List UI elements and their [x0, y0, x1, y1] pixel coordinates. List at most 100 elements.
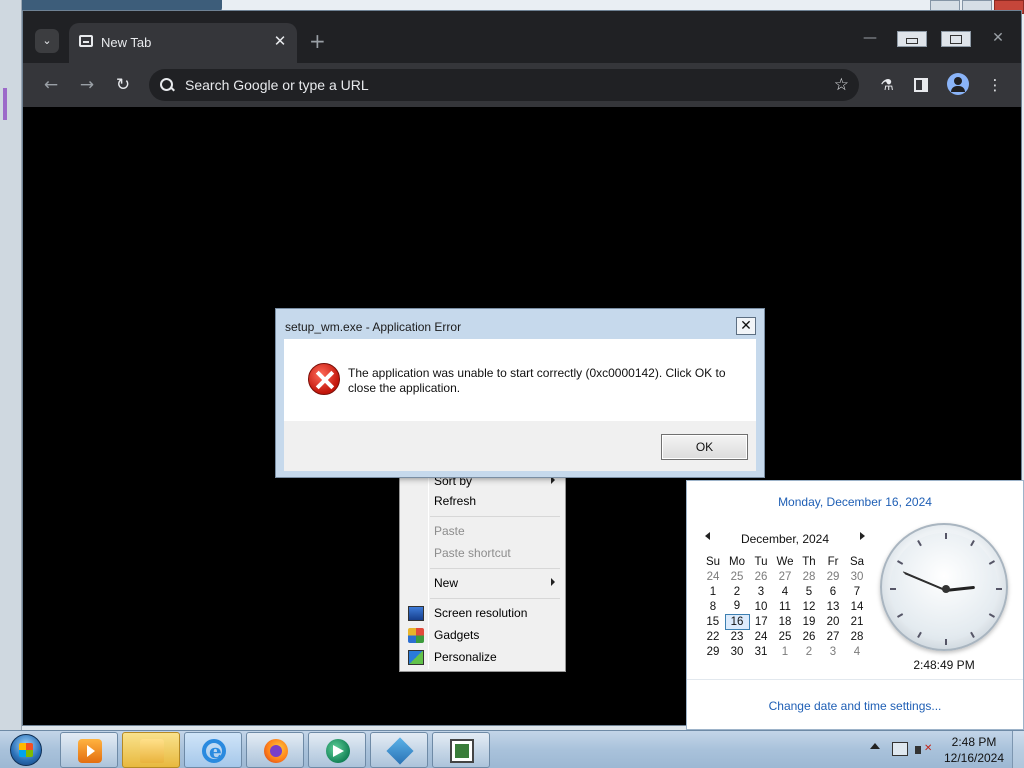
- calendar-day[interactable]: 3: [749, 584, 773, 599]
- taskbar-window[interactable]: [432, 732, 490, 768]
- calendar-day[interactable]: 28: [797, 569, 821, 584]
- context-item-paste[interactable]: Paste: [402, 521, 563, 543]
- taskbar-date: 12/16/2024: [943, 751, 1005, 765]
- back-arrow-icon[interactable]: ←: [39, 73, 63, 97]
- clock-tick: [970, 631, 975, 638]
- dialog-close-button[interactable]: ✕: [736, 317, 756, 335]
- clock-pin: [942, 585, 950, 593]
- calendar-day[interactable]: 19: [797, 614, 821, 629]
- calendar-day[interactable]: 29: [701, 644, 725, 659]
- context-separator: [430, 598, 560, 599]
- calendar-day[interactable]: 6: [821, 584, 845, 599]
- calendar-day[interactable]: 9: [725, 599, 749, 614]
- context-item-label: Gadgets: [434, 628, 480, 642]
- window-icon: [450, 739, 474, 763]
- context-item-personalize[interactable]: Personalize: [402, 647, 563, 669]
- clock-tick: [945, 533, 947, 539]
- calendar-day[interactable]: 1: [773, 644, 797, 659]
- context-item-screen-resolution[interactable]: Screen resolution: [402, 603, 563, 625]
- address-input[interactable]: [185, 69, 785, 101]
- taskbar-firefox[interactable]: [246, 732, 304, 768]
- next-month-icon[interactable]: [860, 532, 865, 540]
- new-tab-icon: [79, 35, 93, 47]
- calendar-day[interactable]: 23: [725, 629, 749, 644]
- context-item-gadgets[interactable]: Gadgets: [402, 625, 563, 647]
- calendar-day[interactable]: 8: [701, 599, 725, 614]
- context-item-paste-shortcut[interactable]: Paste shortcut: [402, 543, 563, 565]
- context-item-refresh[interactable]: Refresh: [402, 491, 563, 513]
- taskbar-app[interactable]: [308, 732, 366, 768]
- calendar-day[interactable]: 13: [821, 599, 845, 614]
- calendar-day[interactable]: 25: [725, 569, 749, 584]
- calendar-day[interactable]: 12: [797, 599, 821, 614]
- new-tab-plus-icon[interactable]: +: [309, 31, 326, 51]
- maximize-icon[interactable]: [941, 31, 971, 47]
- calendar-day[interactable]: 20: [821, 614, 845, 629]
- calendar-day[interactable]: 4: [845, 644, 869, 659]
- calendar-day[interactable]: 7: [845, 584, 869, 599]
- minimize-icon[interactable]: —: [857, 31, 883, 45]
- calendar-day[interactable]: 16: [724, 613, 750, 630]
- calendar-day[interactable]: 25: [773, 629, 797, 644]
- taskbar-setup[interactable]: [370, 732, 428, 768]
- dialog-title: setup_wm.exe - Application Error: [285, 320, 462, 334]
- calendar-day[interactable]: 27: [821, 629, 845, 644]
- calendar-day[interactable]: 4: [773, 584, 797, 599]
- tab-search-button[interactable]: ⌄: [35, 29, 59, 53]
- calendar-day[interactable]: 26: [749, 569, 773, 584]
- tab-new-tab[interactable]: New Tab ✕: [69, 23, 297, 63]
- calendar-day[interactable]: 15: [701, 614, 725, 629]
- calendar-day[interactable]: 17: [749, 614, 773, 629]
- calendar-day[interactable]: 5: [797, 584, 821, 599]
- labs-flask-icon[interactable]: ⚗: [875, 73, 899, 97]
- month-title[interactable]: December, 2024: [709, 532, 861, 546]
- calendar-day[interactable]: 3: [821, 644, 845, 659]
- clock-tick: [945, 639, 947, 645]
- calendar-day[interactable]: 24: [701, 569, 725, 584]
- tab-close-icon[interactable]: ✕: [271, 32, 289, 50]
- taskbar-file-explorer[interactable]: [122, 732, 180, 768]
- volume-muted-icon[interactable]: [915, 742, 933, 758]
- calendar-day[interactable]: 29: [821, 569, 845, 584]
- calendar-day[interactable]: 31: [749, 644, 773, 659]
- calendar-day[interactable]: 18: [773, 614, 797, 629]
- calendar-day[interactable]: 14: [845, 599, 869, 614]
- omnibox[interactable]: ☆: [149, 69, 859, 101]
- forward-arrow-icon[interactable]: →: [75, 73, 99, 97]
- calendar-day[interactable]: 28: [845, 629, 869, 644]
- weekday-header: We: [776, 555, 794, 568]
- long-date-link[interactable]: Monday, December 16, 2024: [687, 495, 1023, 509]
- start-button[interactable]: [4, 732, 48, 768]
- reload-icon[interactable]: ↻: [111, 73, 135, 97]
- calendar-day[interactable]: 27: [773, 569, 797, 584]
- bookmark-star-icon[interactable]: ☆: [834, 75, 849, 95]
- network-icon[interactable]: [892, 742, 908, 756]
- restore-icon[interactable]: [897, 31, 927, 47]
- taskbar-internet-explorer[interactable]: [184, 732, 242, 768]
- taskbar-media-player[interactable]: [60, 732, 118, 768]
- calendar-day[interactable]: 1: [701, 584, 725, 599]
- menu-kebab-icon[interactable]: ⋮: [983, 73, 1007, 97]
- show-hidden-icons-icon[interactable]: [870, 743, 880, 749]
- show-desktop-button[interactable]: [1012, 731, 1024, 768]
- context-item-new[interactable]: New: [402, 573, 563, 595]
- profile-avatar-icon[interactable]: [947, 73, 969, 95]
- close-icon[interactable]: ✕: [985, 31, 1011, 45]
- calendar-day[interactable]: 2: [797, 644, 821, 659]
- calendar-day[interactable]: 24: [749, 629, 773, 644]
- calendar-day[interactable]: 11: [773, 599, 797, 614]
- calendar-day[interactable]: 30: [845, 569, 869, 584]
- ok-button[interactable]: OK: [661, 434, 748, 460]
- calendar-day[interactable]: 21: [845, 614, 869, 629]
- calendar-day[interactable]: 2: [725, 584, 749, 599]
- context-item-label: Personalize: [434, 650, 497, 664]
- taskbar-clock[interactable]: 2:48 PM 12/16/2024: [938, 734, 1010, 766]
- calendar-day[interactable]: 30: [725, 644, 749, 659]
- calendar-day[interactable]: 26: [797, 629, 821, 644]
- context-item-label: Refresh: [434, 494, 477, 508]
- side-panel-icon[interactable]: [909, 73, 933, 97]
- weekday-header: Sa: [849, 555, 865, 568]
- calendar-day[interactable]: 10: [749, 599, 773, 614]
- change-date-time-link[interactable]: Change date and time settings...: [687, 699, 1023, 713]
- calendar-day[interactable]: 22: [701, 629, 725, 644]
